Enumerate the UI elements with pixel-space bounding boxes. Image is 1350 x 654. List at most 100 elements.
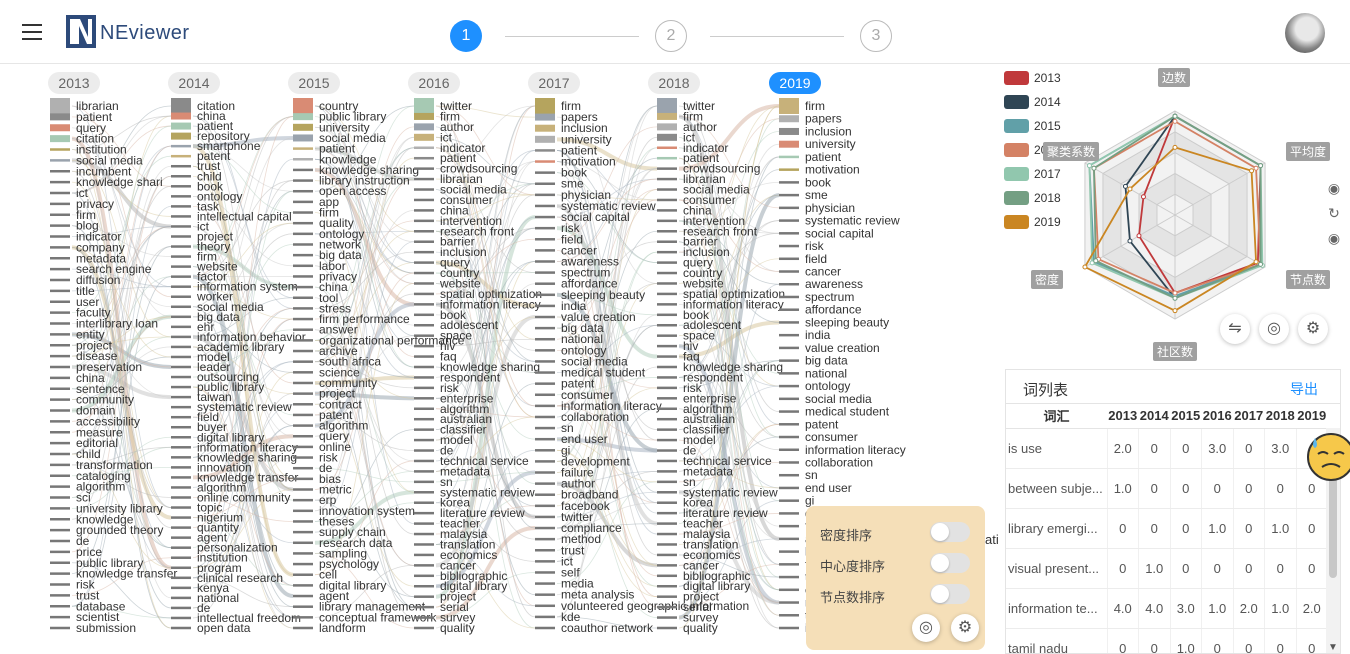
keyword-node[interactable]: [414, 522, 434, 525]
keyword-node[interactable]: [779, 601, 799, 604]
keyword-node[interactable]: [657, 438, 677, 442]
column-header[interactable]: 2016: [1201, 404, 1233, 429]
keyword-node[interactable]: [535, 337, 555, 341]
keyword-node[interactable]: [50, 474, 70, 478]
keyword-node[interactable]: [657, 261, 677, 264]
keyword-node[interactable]: [657, 313, 677, 317]
keyword-node[interactable]: [293, 158, 313, 161]
keyword-node[interactable]: [535, 615, 555, 619]
keyword-node[interactable]: [293, 253, 313, 257]
keyword-node[interactable]: [293, 134, 313, 142]
keyword-node[interactable]: [779, 499, 799, 502]
keyword-node[interactable]: [779, 461, 799, 464]
keyword-node[interactable]: [171, 486, 191, 489]
keyword-node[interactable]: [535, 315, 555, 319]
keyword-node[interactable]: [293, 424, 313, 427]
keyword-node[interactable]: [293, 307, 313, 310]
keyword-node[interactable]: [50, 365, 70, 369]
keyword-node[interactable]: [50, 441, 70, 445]
keyword-node[interactable]: [657, 386, 677, 390]
column-header[interactable]: 2018: [1264, 404, 1296, 429]
keyword-node[interactable]: [535, 549, 555, 552]
keyword-node[interactable]: [293, 626, 313, 630]
keyword-node[interactable]: [779, 98, 799, 114]
keyword-node[interactable]: [779, 486, 799, 490]
keyword-node[interactable]: [293, 339, 313, 342]
keyword-node[interactable]: [293, 211, 313, 214]
keyword-node[interactable]: [414, 112, 434, 120]
keyword-node[interactable]: [414, 511, 434, 515]
radar-point[interactable]: [1086, 163, 1092, 169]
keyword-node[interactable]: [293, 232, 313, 236]
keyword-node[interactable]: [414, 365, 434, 369]
keyword-node[interactable]: [414, 344, 434, 348]
keyword-node[interactable]: [171, 295, 191, 298]
keyword-node[interactable]: [414, 376, 434, 379]
keyword-node[interactable]: [293, 552, 313, 555]
keyword-node[interactable]: [293, 328, 313, 331]
radar-point[interactable]: [1093, 258, 1099, 264]
keyword-node[interactable]: [779, 588, 799, 592]
radar-point[interactable]: [1127, 186, 1133, 192]
keyword-node[interactable]: [414, 282, 434, 285]
table-row[interactable]: tamil nadu 0 0 1.0 0 0 0 0: [1006, 628, 1328, 653]
keyword-node[interactable]: [50, 213, 70, 217]
keyword-node[interactable]: [657, 355, 677, 358]
keyword-node[interactable]: [657, 177, 677, 181]
keyword-node[interactable]: [414, 198, 434, 202]
keyword-node[interactable]: [657, 167, 677, 170]
keyword-node[interactable]: [414, 501, 434, 504]
keyword-node[interactable]: [50, 431, 70, 434]
keyword-node[interactable]: [535, 171, 555, 174]
radar-point[interactable]: [1172, 308, 1178, 314]
keyword-node[interactable]: [171, 225, 191, 228]
keyword-node[interactable]: [535, 371, 555, 374]
keyword-node[interactable]: [50, 322, 70, 325]
keyword-node[interactable]: [535, 415, 555, 419]
keyword-node[interactable]: [414, 428, 434, 431]
radar-point[interactable]: [1140, 194, 1146, 200]
keyword-node[interactable]: [293, 296, 313, 300]
keyword-node[interactable]: [171, 556, 191, 559]
radar-point[interactable]: [1249, 168, 1255, 174]
keyword-node[interactable]: [293, 616, 313, 619]
step-1[interactable]: 1: [450, 20, 482, 52]
keyword-node[interactable]: [657, 397, 677, 400]
keyword-node[interactable]: [171, 195, 191, 198]
radar-point[interactable]: [1172, 144, 1178, 150]
keyword-node[interactable]: [171, 526, 191, 529]
keyword-node[interactable]: [657, 271, 677, 275]
keyword-node[interactable]: [293, 488, 313, 491]
keyword-node[interactable]: [293, 381, 313, 385]
keyword-node[interactable]: [50, 409, 70, 412]
keyword-node[interactable]: [50, 605, 70, 608]
keyword-node[interactable]: [50, 124, 70, 132]
keyword-node[interactable]: [50, 235, 70, 238]
keyword-node[interactable]: [414, 133, 434, 141]
column-header[interactable]: 2013: [1107, 404, 1139, 429]
keyword-node[interactable]: [535, 160, 555, 163]
step-2[interactable]: 2: [655, 20, 687, 52]
keyword-node[interactable]: [414, 271, 434, 275]
column-header[interactable]: 词汇: [1006, 404, 1107, 429]
keyword-node[interactable]: [414, 261, 434, 264]
keyword-node[interactable]: [50, 333, 70, 336]
keyword-node[interactable]: [657, 209, 677, 212]
keyword-node[interactable]: [293, 98, 313, 114]
keyword-node[interactable]: [293, 285, 313, 289]
keyword-node[interactable]: [657, 376, 677, 379]
keyword-node[interactable]: [779, 308, 799, 311]
keyword-node[interactable]: [414, 250, 434, 254]
keyword-node[interactable]: [657, 417, 677, 421]
keyword-node[interactable]: [50, 344, 70, 347]
keyword-node[interactable]: [535, 124, 555, 132]
keyword-node[interactable]: [414, 323, 434, 327]
keyword-node[interactable]: [414, 491, 434, 494]
keyword-node[interactable]: [657, 303, 677, 306]
keyword-node[interactable]: [779, 448, 799, 452]
keyword-node[interactable]: [171, 345, 191, 349]
keyword-node[interactable]: [414, 417, 434, 421]
keyword-node[interactable]: [535, 149, 555, 152]
keyword-node[interactable]: [779, 359, 799, 362]
keyword-node[interactable]: [535, 238, 555, 241]
